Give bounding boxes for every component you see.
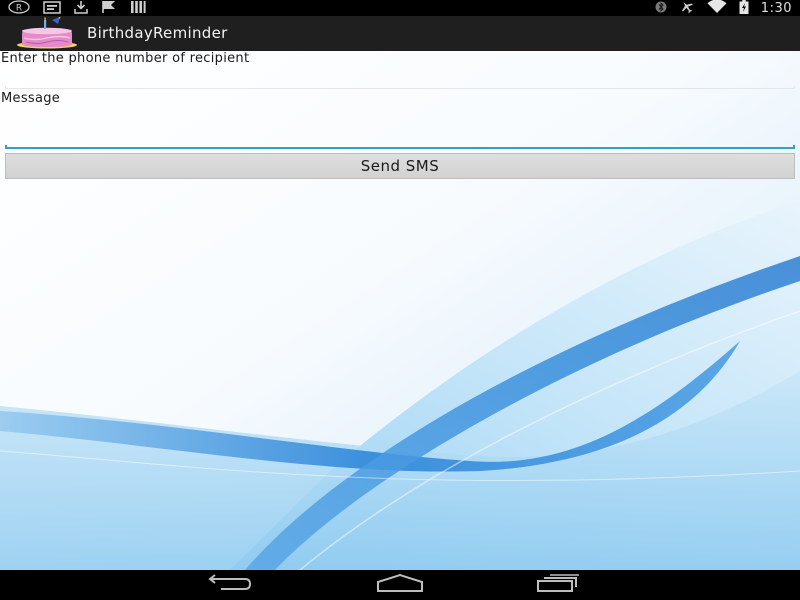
status-clock: 1:30 bbox=[760, 0, 792, 16]
android-screen: R 1:30 BirthdayReminder Enter the phone … bbox=[0, 0, 800, 600]
airplane-icon bbox=[679, 0, 695, 18]
recents-icon bbox=[535, 573, 581, 597]
app-title: BirthdayReminder bbox=[87, 24, 228, 42]
phone-number-input[interactable] bbox=[4, 69, 795, 87]
status-bar: R 1:30 bbox=[0, 0, 800, 16]
notification-icons: R bbox=[8, 0, 146, 18]
action-bar: BirthdayReminder bbox=[0, 16, 800, 52]
recents-button[interactable] bbox=[528, 574, 588, 596]
download-icon bbox=[74, 0, 88, 18]
navigation-bar bbox=[0, 570, 800, 600]
back-icon bbox=[205, 574, 253, 596]
bluetooth-icon bbox=[655, 0, 667, 18]
phone-label: Enter the phone number of recipient bbox=[1, 51, 250, 66]
message-label: Message bbox=[1, 91, 61, 106]
registered-icon: R bbox=[8, 0, 30, 18]
message-icon bbox=[43, 0, 61, 18]
wifi-icon bbox=[707, 0, 727, 18]
send-sms-button[interactable]: Send SMS bbox=[5, 153, 795, 179]
birthday-cake-icon[interactable] bbox=[14, 16, 80, 49]
sms-form-screen: Enter the phone number of recipient Mess… bbox=[0, 51, 800, 570]
message-input[interactable] bbox=[4, 113, 795, 145]
back-button[interactable] bbox=[199, 574, 259, 596]
home-icon bbox=[375, 573, 425, 597]
home-button[interactable] bbox=[370, 573, 430, 597]
signal-bars-icon bbox=[130, 0, 146, 18]
battery-charging-icon bbox=[739, 0, 749, 18]
flag-icon bbox=[101, 0, 117, 18]
phone-input-underline bbox=[5, 86, 795, 89]
system-status-icons: 1:30 bbox=[655, 0, 792, 16]
message-input-underline bbox=[5, 145, 795, 149]
svg-text:R: R bbox=[16, 3, 22, 13]
